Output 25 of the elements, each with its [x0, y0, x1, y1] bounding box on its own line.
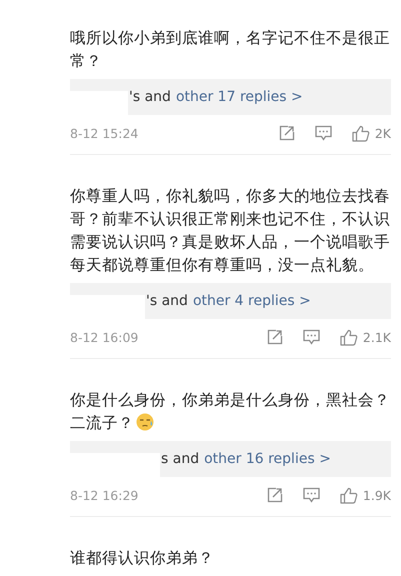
like-count: 2.1K — [362, 330, 391, 344]
thumbs-up-icon[interactable] — [340, 328, 358, 346]
timestamp: 8-12 15:24 — [70, 126, 138, 140]
like-count: 1.9K — [362, 488, 391, 502]
replies-link[interactable]: other 17 replies > — [176, 89, 303, 105]
comment-text: 你尊重人吗，你礼貌吗，你多大的地位去找春哥？前辈不认识很正常刚来也记不住，不认识需要说认识吗？真是败坏人品，一个说唱歌手每天都说尊重但你有尊重吗，没一点礼貌。 — [70, 186, 391, 276]
comment-icon[interactable] — [302, 487, 320, 503]
like-count: 2K — [374, 126, 391, 140]
comment-icon[interactable] — [302, 329, 320, 345]
thumbs-up-icon[interactable] — [352, 124, 370, 142]
comment-text: 你是什么身份，你弟弟是什么身份，黑社会？二流子？ — [70, 390, 391, 434]
comment-text: 哦所以你小弟到底谁啊，名字记不住不是很正常？ — [70, 28, 391, 72]
comment-text: 谁都得认识你弟弟？ — [70, 548, 215, 569]
reply-summary: s and — [161, 451, 200, 467]
comment-icon[interactable] — [314, 125, 332, 141]
replies-link[interactable]: other 4 replies > — [192, 293, 311, 309]
timestamp: 8-12 16:09 — [70, 330, 138, 344]
timestamp: 8-12 16:29 — [70, 488, 138, 502]
share-icon[interactable] — [278, 125, 295, 141]
reply-summary: 's and — [146, 293, 188, 309]
share-icon[interactable] — [266, 487, 283, 503]
replies-link[interactable]: other 16 replies > — [204, 451, 331, 467]
thumbs-up-icon[interactable] — [340, 486, 358, 504]
reply-summary: 's and — [129, 89, 171, 105]
share-icon[interactable] — [266, 329, 283, 345]
